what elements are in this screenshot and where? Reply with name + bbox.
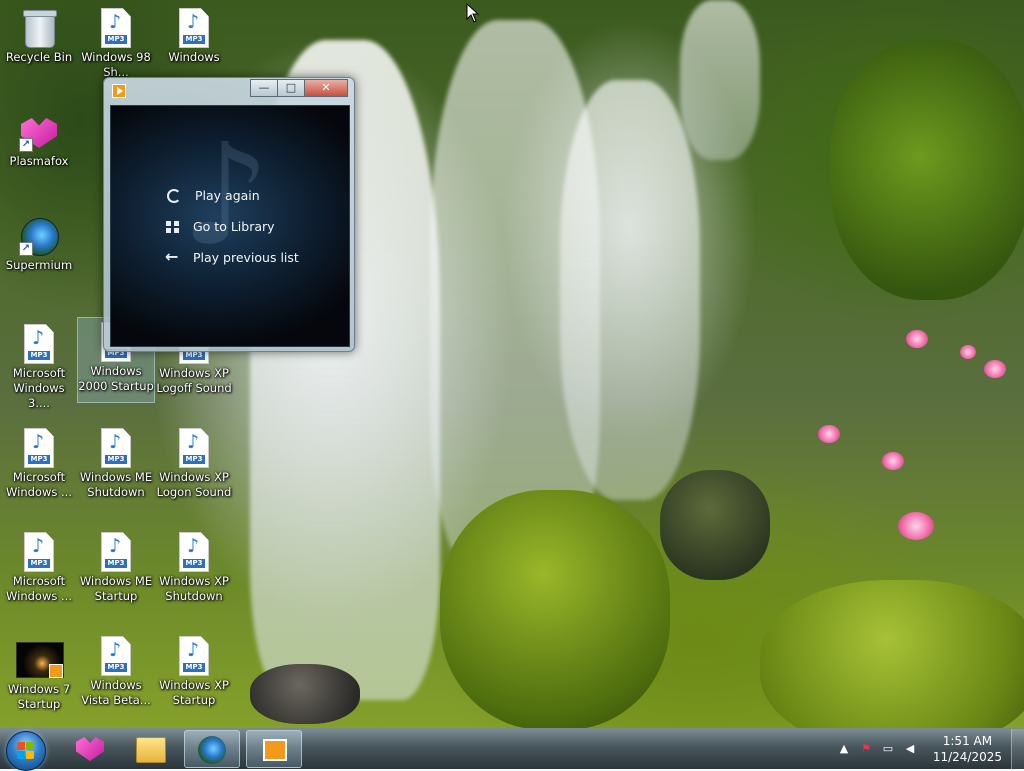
volume-icon[interactable]: ◀ xyxy=(902,741,918,757)
desktop-icon-label: Microsoft Windows ... xyxy=(6,574,72,603)
action-center-flag-icon[interactable]: ⚑ xyxy=(858,741,874,757)
desktop-icon-ms-windows-3[interactable]: ♪ MP3 Microsoft Windows 3.... xyxy=(1,320,77,411)
taskbar: ▲ ⚑ ▭ ◀ 1:51 AM 11/24/2025 xyxy=(0,728,1024,771)
desktop-icon-label: Windows Vista Beta... xyxy=(81,678,151,707)
playback-finished-menu: Play again Go to Library Play previous l… xyxy=(165,180,299,273)
mp3-file-icon: ♪MP3 xyxy=(19,324,59,364)
media-player-window[interactable]: — □ ✕ ♪ Play again Go to Library Play pr… xyxy=(103,77,355,352)
mp3-file-icon: ♪MP3 xyxy=(174,8,214,48)
now-playing-pane: ♪ Play again Go to Library Play previous… xyxy=(110,105,350,347)
pink-flower xyxy=(984,360,1006,378)
mp3-file-icon: ♪MP3 xyxy=(19,428,59,468)
maximize-button[interactable]: □ xyxy=(277,79,305,97)
pink-flower xyxy=(898,512,934,540)
mp3-file-icon: ♪MP3 xyxy=(96,532,136,572)
mp3-file-icon: ♪MP3 xyxy=(174,636,214,676)
desktop-icon-label: Windows ME Shutdown xyxy=(79,470,153,499)
pink-flower xyxy=(818,425,840,443)
play-previous-list-link[interactable]: Play previous list xyxy=(165,242,299,273)
desktop-icon-label: Windows 2000 Startup xyxy=(78,364,154,393)
mp3-file-icon: ♪MP3 xyxy=(174,428,214,468)
video-file-icon xyxy=(16,640,64,680)
replay-icon xyxy=(167,188,181,203)
play-previous-list-label: Play previous list xyxy=(193,250,299,265)
media-player-icon xyxy=(112,84,126,98)
mossy-rock xyxy=(760,580,1024,728)
desktop-icon-label: Supermium xyxy=(5,258,73,272)
waterfall-stream xyxy=(680,0,760,160)
desktop-icon-winme-shutdown[interactable]: ♪ MP3 Windows ME Shutdown xyxy=(78,424,154,500)
mp3-file-icon: ♪MP3 xyxy=(96,636,136,676)
supermium-browser-icon xyxy=(198,736,226,764)
mp3-file-icon: ♪MP3 xyxy=(19,532,59,572)
desktop-icon-win98-shutdown[interactable]: ♪ MP3 Windows 98 Sh... xyxy=(78,4,154,80)
desktop-icon-label: Windows 7 Startup xyxy=(7,682,71,711)
desktop-icon-label: Windows XP Logon Sound xyxy=(156,470,232,499)
desktop-icon-label: Windows XP Shutdown xyxy=(159,574,229,603)
media-player-icon xyxy=(263,739,287,761)
desktop-icon-label: Windows XP Startup xyxy=(159,678,229,707)
desktop-icon-recycle-bin[interactable]: Recycle Bin xyxy=(1,4,77,65)
desktop-icon-label: Recycle Bin xyxy=(5,50,73,64)
desktop-icon-label: Windows XP Logoff Sound xyxy=(156,366,232,395)
pink-flower xyxy=(906,330,928,348)
taskbar-media-player-button[interactable] xyxy=(246,730,302,768)
windows-logo-icon xyxy=(17,742,35,760)
desktop-icon-winxp-startup[interactable]: ♪ MP3 Windows XP Startup xyxy=(156,632,232,708)
mp3-file-icon: ♪MP3 xyxy=(96,428,136,468)
desktop-icon-winxp-logon[interactable]: ♪ MP3 Windows XP Logon Sound xyxy=(156,424,232,500)
play-again-label: Play again xyxy=(195,188,260,203)
go-to-library-label: Go to Library xyxy=(193,219,275,234)
plasmafox-icon xyxy=(76,737,104,761)
desktop-icon-winxp-shutdown[interactable]: ♪ MP3 Windows XP Shutdown xyxy=(156,528,232,604)
desktop-icon-label: Windows 98 Sh... xyxy=(81,50,151,79)
network-icon[interactable]: ▭ xyxy=(880,741,896,757)
pink-flower xyxy=(882,452,904,470)
mp3-file-icon: ♪MP3 xyxy=(96,8,136,48)
desktop-icon-supermium[interactable]: ↗ Supermium xyxy=(1,212,77,273)
mp3-file-icon: ♪MP3 xyxy=(174,532,214,572)
start-button[interactable] xyxy=(6,731,46,771)
clock-date: 11/24/2025 xyxy=(932,750,1002,764)
go-to-library-link[interactable]: Go to Library xyxy=(165,211,299,242)
show-hidden-icons-icon[interactable]: ▲ xyxy=(836,741,852,757)
clock[interactable]: 1:51 AM 11/24/2025 xyxy=(933,733,1002,765)
taskbar-explorer-button[interactable] xyxy=(122,730,178,768)
taskbar-supermium-button[interactable] xyxy=(184,730,240,768)
desktop-icon-ms-windows-b[interactable]: ♪ MP3 Microsoft Windows ... xyxy=(1,528,77,604)
shortcut-arrow-icon: ↗ xyxy=(19,138,33,152)
taskbar-plasmafox-button[interactable] xyxy=(62,730,118,768)
desktop-icon-windows-file[interactable]: ♪ MP3 Windows xyxy=(156,4,232,65)
desktop-icon-label: Plasmafox xyxy=(9,154,69,168)
system-tray: ▲ ⚑ ▭ ◀ 1:51 AM 11/24/2025 xyxy=(834,729,1024,769)
recycle-bin-icon xyxy=(19,8,59,48)
show-desktop-button[interactable] xyxy=(1011,729,1024,769)
play-again-link[interactable]: Play again xyxy=(165,180,299,211)
waterfall-stream xyxy=(560,80,700,500)
desktop-icon-label: Windows xyxy=(168,50,220,64)
desktop-icon-plasmafox[interactable]: ↗ Plasmafox xyxy=(1,108,77,169)
desktop-icon-label: Microsoft Windows ... xyxy=(6,470,72,499)
mossy-rock xyxy=(440,490,670,728)
minimize-button[interactable]: — xyxy=(250,79,278,97)
pink-flower xyxy=(960,345,976,359)
dark-rock xyxy=(250,664,360,724)
plasmafox-icon: ↗ xyxy=(19,112,59,152)
desktop-icon-label: Microsoft Windows 3.... xyxy=(12,366,66,410)
supermium-browser-icon: ↗ xyxy=(19,216,59,256)
clock-time: 1:51 AM xyxy=(942,734,993,748)
mossy-rock xyxy=(660,470,770,580)
close-button[interactable]: ✕ xyxy=(304,79,348,97)
back-arrow-icon xyxy=(165,247,181,266)
desktop-icon-win7-startup[interactable]: Windows 7 Startup xyxy=(1,636,77,712)
desktop-icon-vista-beta[interactable]: ♪ MP3 Windows Vista Beta... xyxy=(78,632,154,708)
library-icon xyxy=(165,219,181,235)
desktop-icon-ms-windows-a[interactable]: ♪ MP3 Microsoft Windows ... xyxy=(1,424,77,500)
window-controls: — □ ✕ xyxy=(250,79,348,97)
shortcut-arrow-icon: ↗ xyxy=(19,242,33,256)
desktop-icon-label: Windows ME Startup xyxy=(79,574,153,603)
mossy-rock xyxy=(830,40,1024,300)
folder-icon xyxy=(136,737,166,763)
desktop-icon-winme-startup[interactable]: ♪ MP3 Windows ME Startup xyxy=(78,528,154,604)
